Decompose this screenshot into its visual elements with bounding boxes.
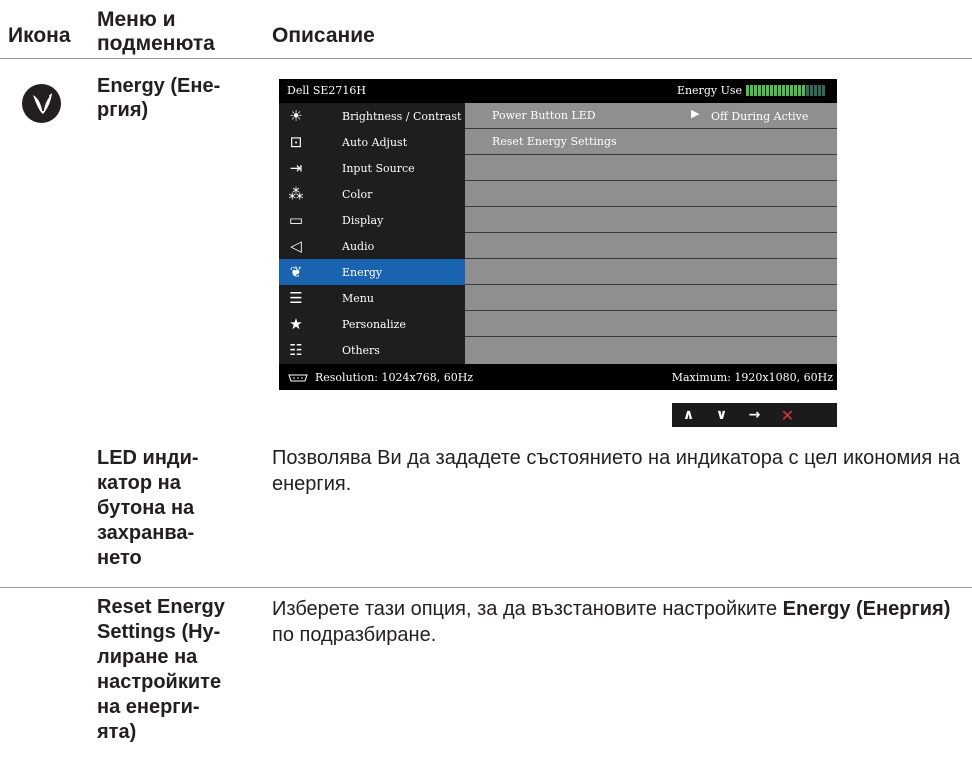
up-icon[interactable]: ∧ bbox=[672, 407, 705, 423]
auto-adjust-icon: ⊡ bbox=[289, 133, 303, 151]
osd-submenu-empty-row bbox=[465, 233, 837, 258]
osd-submenu-empty-row bbox=[465, 337, 837, 364]
led-indicator-menu-title: LED инди- катор на бутона на захранва- н… bbox=[97, 447, 199, 569]
energy-meter-segment bbox=[750, 85, 753, 96]
play-arrow-icon: ▶ bbox=[691, 107, 700, 120]
osd-submenu-empty-row bbox=[465, 259, 837, 284]
others-icon: ☷ bbox=[289, 341, 303, 359]
monitor-connector-icon bbox=[288, 374, 308, 381]
energy-meter-segment bbox=[798, 85, 801, 96]
osd-model-name: Dell SE2716H bbox=[287, 84, 367, 97]
energy-meter-segment bbox=[818, 85, 821, 96]
osd-screenshot: Dell SE2716H Energy Use ☀ Brightness / C… bbox=[279, 79, 837, 390]
energy-meter-segment bbox=[766, 85, 769, 96]
energy-meter-segment bbox=[822, 85, 825, 96]
energy-icon: ❦ bbox=[289, 263, 303, 281]
osd-menu-item-label: Personalize bbox=[342, 317, 406, 331]
energy-menu-title: Energy (Ене- ргия) bbox=[97, 75, 221, 121]
osd-menu-item-others[interactable]: ☷ Others bbox=[279, 337, 465, 363]
header-divider bbox=[0, 58, 972, 59]
osd-menu-item-label: Audio bbox=[342, 239, 375, 253]
osd-resolution: Resolution: 1024x768, 60Hz bbox=[287, 371, 473, 384]
osd-title-bar: Dell SE2716H Energy Use bbox=[279, 79, 837, 103]
energy-leaf-icon bbox=[22, 84, 61, 123]
energy-meter-segment bbox=[774, 85, 777, 96]
energy-meter-segment bbox=[758, 85, 761, 96]
reset-energy-menu-title: Reset Energy Settings (Ну- лиране на нас… bbox=[97, 596, 225, 743]
osd-maximum-resolution: Maximum: 1920x1080, 60Hz bbox=[671, 371, 833, 384]
color-icon: ⁂ bbox=[288, 185, 304, 203]
star-icon: ★ bbox=[289, 315, 303, 333]
led-indicator-description: Позволява Ви да зададете състоянието на … bbox=[272, 447, 960, 495]
osd-menu-item-display[interactable]: ▭ Display bbox=[279, 207, 465, 233]
osd-submenu-label: Reset Energy Settings bbox=[492, 135, 617, 148]
energy-meter-segment bbox=[802, 85, 805, 96]
column-header-icon: Икона bbox=[8, 24, 71, 47]
osd-menu-item-personalize[interactable]: ★ Personalize bbox=[279, 311, 465, 337]
energy-meter-segment bbox=[786, 85, 789, 96]
menu-icon: ☰ bbox=[289, 289, 303, 307]
osd-submenu-empty-row bbox=[465, 311, 837, 336]
osd-menu-item-label: Input Source bbox=[342, 161, 415, 175]
reset-energy-description-text-end: по подразбиране. bbox=[272, 624, 437, 646]
osd-menu-item-input-source[interactable]: ⇥ Input Source bbox=[279, 155, 465, 181]
osd-menu-item-color[interactable]: ⁂ Color bbox=[279, 181, 465, 207]
reset-energy-description: Изберете тази опция, за да възстановите … bbox=[272, 596, 962, 648]
row-divider bbox=[0, 587, 972, 588]
osd-menu-item-label: Menu bbox=[342, 291, 374, 305]
osd-menu-item-label: Brightness / Contrast bbox=[342, 109, 462, 123]
close-icon[interactable]: ✕ bbox=[771, 406, 804, 425]
osd-menu-item-brightness[interactable]: ☀ Brightness / Contrast bbox=[279, 103, 465, 129]
osd-menu-item-label: Color bbox=[342, 187, 373, 201]
brightness-icon: ☀ bbox=[289, 107, 303, 125]
osd-energy-use-label: Energy Use bbox=[676, 84, 742, 97]
osd-menu-item-label: Others bbox=[342, 343, 380, 357]
right-arrow-icon[interactable]: → bbox=[738, 407, 771, 423]
osd-energy-use: Energy Use bbox=[677, 84, 825, 97]
energy-meter-segment bbox=[762, 85, 765, 96]
osd-submenu-reset-energy[interactable]: Reset Energy Settings bbox=[465, 129, 837, 154]
energy-meter-segment bbox=[770, 85, 773, 96]
energy-meter-segment bbox=[806, 85, 809, 96]
osd-menu-item-label: Display bbox=[342, 213, 384, 227]
osd-submenu-empty-row bbox=[465, 207, 837, 232]
osd-menu-item-label: Energy bbox=[342, 265, 383, 279]
osd-submenu-empty-row bbox=[465, 285, 837, 310]
osd-submenu-panel: Power Button LED ▶ Off During Active Res… bbox=[465, 103, 837, 364]
energy-meter-segment bbox=[754, 85, 757, 96]
reset-energy-description-text: Изберете тази опция, за да възстановите … bbox=[272, 598, 783, 620]
osd-submenu-label: Power Button LED bbox=[492, 109, 596, 122]
osd-submenu-value: Off During Active bbox=[711, 110, 809, 123]
osd-menu-item-audio[interactable]: ◁ Audio bbox=[279, 233, 465, 259]
osd-navigation-buttons: ∧ ∨ → ✕ bbox=[672, 403, 837, 427]
energy-meter-segment bbox=[790, 85, 793, 96]
audio-icon: ◁ bbox=[290, 237, 302, 255]
column-header-menu: Меню и подменюта bbox=[97, 8, 215, 55]
energy-meter bbox=[746, 85, 825, 96]
display-icon: ▭ bbox=[288, 211, 304, 229]
energy-meter-segment bbox=[782, 85, 785, 96]
osd-submenu-empty-row bbox=[465, 181, 837, 206]
osd-submenu-empty-row bbox=[465, 155, 837, 180]
column-header-description: Описание bbox=[272, 24, 375, 47]
energy-meter-segment bbox=[794, 85, 797, 96]
reset-energy-description-bold: Energy (Енергия) bbox=[782, 598, 951, 620]
input-source-icon: ⇥ bbox=[289, 159, 303, 177]
energy-meter-segment bbox=[778, 85, 781, 96]
energy-meter-segment bbox=[810, 85, 813, 96]
energy-meter-segment bbox=[746, 85, 749, 96]
down-icon[interactable]: ∨ bbox=[705, 407, 738, 423]
osd-resolution-text: Resolution: 1024x768, 60Hz bbox=[315, 371, 474, 384]
osd-menu-item-energy[interactable]: ❦ Energy bbox=[279, 259, 465, 285]
osd-menu-item-auto-adjust[interactable]: ⊡ Auto Adjust bbox=[279, 129, 465, 155]
osd-menu-item-menu[interactable]: ☰ Menu bbox=[279, 285, 465, 311]
osd-menu-list: ☀ Brightness / Contrast ⊡ Auto Adjust ⇥ … bbox=[279, 103, 465, 364]
energy-meter-segment bbox=[814, 85, 817, 96]
osd-menu-item-label: Auto Adjust bbox=[342, 135, 408, 149]
osd-status-bar: Resolution: 1024x768, 60Hz Maximum: 1920… bbox=[279, 364, 837, 390]
osd-submenu-power-button-led[interactable]: Power Button LED ▶ Off During Active bbox=[465, 103, 837, 128]
